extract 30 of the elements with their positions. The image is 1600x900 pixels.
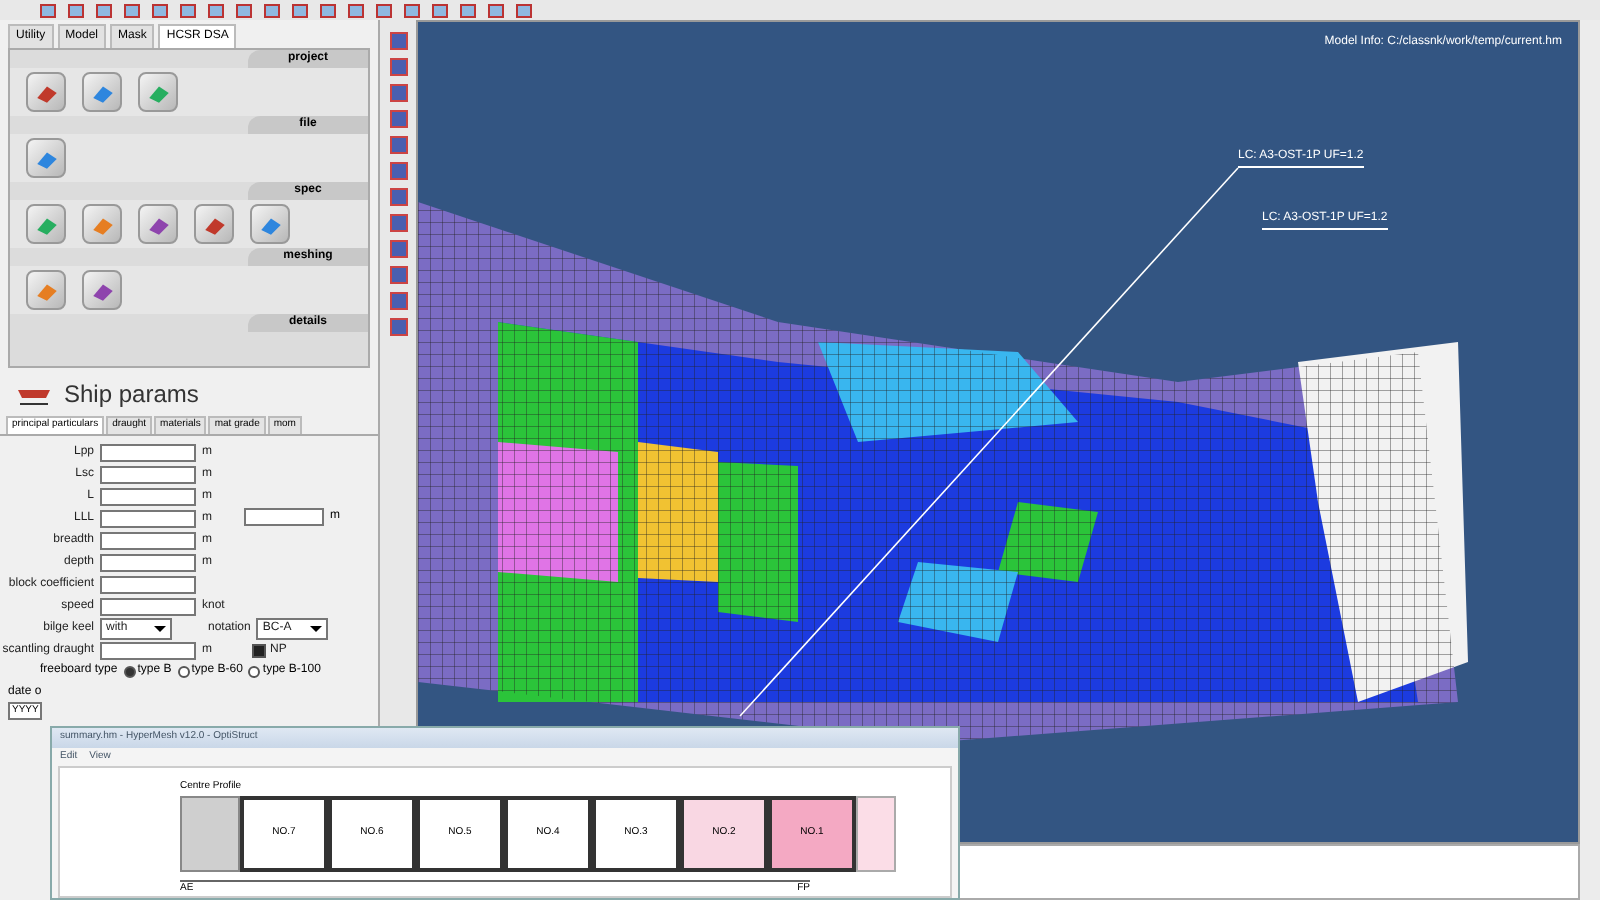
input-field[interactable] [100, 487, 196, 505]
tool-icon[interactable] [138, 204, 178, 244]
input-field[interactable] [100, 443, 196, 461]
caret-icon [310, 625, 323, 631]
radio-button[interactable] [123, 665, 136, 677]
fore-block [856, 795, 896, 871]
checkbox[interactable] [252, 643, 266, 657]
tool-icon[interactable] [138, 72, 178, 112]
input-field[interactable] [100, 509, 196, 527]
panel-title: Ship params [64, 378, 199, 412]
tool-icon[interactable] [194, 204, 234, 244]
tool-icon[interactable] [26, 72, 66, 112]
input-field[interactable] [100, 575, 196, 593]
tool-icon[interactable] [250, 204, 290, 244]
input-field[interactable] [100, 531, 196, 549]
input-field[interactable] [100, 553, 196, 571]
radio-button[interactable] [248, 665, 261, 677]
radio-button[interactable] [177, 665, 190, 677]
input-field[interactable] [244, 507, 324, 525]
caret-icon [154, 625, 166, 631]
input-field[interactable] [100, 597, 196, 615]
tool-icon[interactable] [26, 270, 66, 310]
input-field[interactable] [100, 641, 196, 659]
tool-icon[interactable] [82, 72, 122, 112]
tool-icon[interactable] [26, 138, 66, 178]
tool-icon[interactable] [82, 204, 122, 244]
aft-block [180, 795, 240, 871]
input-field[interactable] [100, 465, 196, 483]
tool-icon[interactable] [82, 270, 122, 310]
tool-icon[interactable] [26, 204, 66, 244]
